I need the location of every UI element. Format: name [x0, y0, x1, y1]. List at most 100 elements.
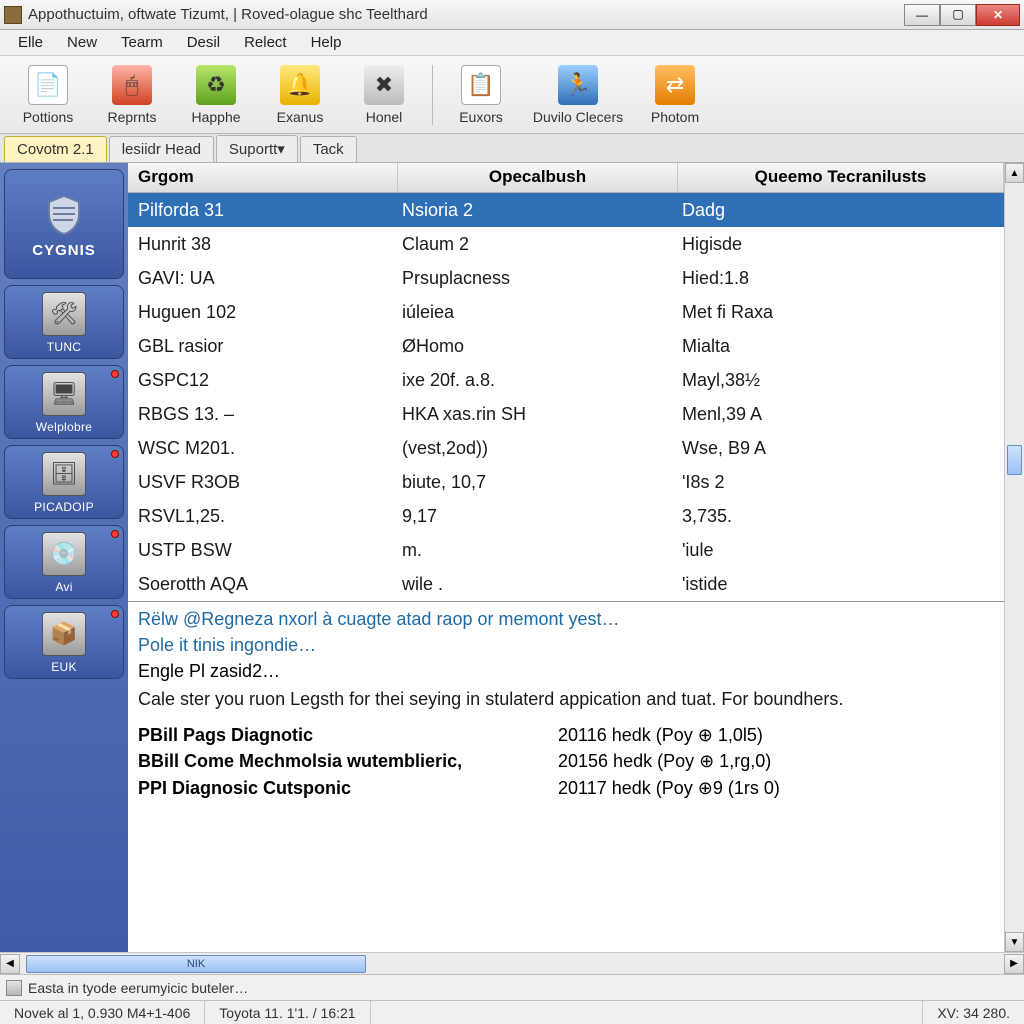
tab-suportt[interactable]: Suportt▾: [216, 135, 298, 162]
detail-row: PBill Pags Diagnotic20116 hedk (Poy ⊕ 1,…: [138, 722, 994, 748]
detail-item-val: 20117 hedk (Poy ⊕9 (1rs 0): [558, 775, 994, 801]
table-row[interactable]: RBGS 13. –HKA xas.rin SHMenl,39 A: [128, 397, 1004, 431]
close-button[interactable]: ✕: [976, 4, 1020, 26]
table-row[interactable]: WSC M201.(vest,2od))Wse, B9 A: [128, 431, 1004, 465]
scroll-thumb[interactable]: [1007, 445, 1022, 475]
cell-c1: Hunrit 38: [128, 234, 398, 255]
col-opecalbush[interactable]: Opecalbush: [398, 163, 678, 192]
content: Grgom Opecalbush Queemo Tecranilusts Pil…: [128, 163, 1004, 952]
cell-c2: ixe 20f. a.8.: [398, 370, 678, 391]
status-left: Novek al 1, 0.930 M4+1-406: [0, 1001, 205, 1024]
cell-c3: Met fi Raxa: [678, 302, 1004, 323]
badge-dot: [111, 610, 119, 618]
cell-c1: WSC M201.: [128, 438, 398, 459]
menu-help[interactable]: Help: [299, 31, 354, 54]
cell-c1: GSPC12: [128, 370, 398, 391]
side-picadoip[interactable]: 🗄 PICADOIP: [4, 445, 124, 519]
side-label: Avi: [55, 580, 72, 594]
tb-duvilo-clecers[interactable]: 🏃Duvilo Clecers: [523, 59, 633, 131]
cell-c3: 3,735.: [678, 506, 1004, 527]
scroll-down-icon[interactable]: ▼: [1005, 932, 1024, 952]
detail-row: PPI Diagnosic Cutsponic20117 hedk (Poy ⊕…: [138, 775, 994, 801]
side-label: PICADOIP: [34, 500, 94, 514]
menu-new[interactable]: New: [55, 31, 109, 54]
detail-link-1[interactable]: Rëlw @Regneza nxorl à cuagte atad raop o…: [138, 606, 994, 632]
titlebar: Appothuctuim, oftwate Tizumt, | Roved-ol…: [0, 0, 1024, 30]
grid-header: Grgom Opecalbush Queemo Tecranilusts: [128, 163, 1004, 193]
menu-elle[interactable]: Elle: [6, 31, 55, 54]
menu-relect[interactable]: Relect: [232, 31, 299, 54]
sidepanel: CYGNIS 🛠 TUNC 🖥Welplobre 🗄 PICADOIP 💿Avi 📦…: [0, 163, 128, 952]
cell-c1: Huguen 102: [128, 302, 398, 323]
tabstrip: Covotm 2.1 lesiidr Head Suportt▾ Tack: [0, 134, 1024, 162]
side-avi[interactable]: 💿Avi: [4, 525, 124, 599]
status-mid: Toyota 11. 1'1. / 16:21: [205, 1001, 370, 1024]
horizontal-scrollbar[interactable]: ◀ NIK ▶: [0, 952, 1024, 974]
cell-c2: Claum 2: [398, 234, 678, 255]
tab-covotm[interactable]: Covotm 2.1: [4, 136, 107, 162]
table-row[interactable]: Soerotth AQAwile .'istide: [128, 567, 1004, 601]
toolbar-separator: [432, 65, 433, 125]
tb-pottions[interactable]: 📄Pottions: [6, 59, 90, 131]
tab-lesiidr[interactable]: lesiidr Head: [109, 136, 214, 162]
tb-happhe[interactable]: ♻Happhe: [174, 59, 258, 131]
table-row[interactable]: Pilforda 31Nsioria 2Dadg: [128, 193, 1004, 227]
cell-c3: Higisde: [678, 234, 1004, 255]
monitor-icon: 🖥: [42, 372, 86, 416]
detail-item-name: PBill Pags Diagnotic: [138, 722, 558, 748]
minimize-button[interactable]: —: [904, 4, 940, 26]
cell-c2: wile .: [398, 574, 678, 595]
scroll-up-icon[interactable]: ▲: [1005, 163, 1024, 183]
detail-pane: Rëlw @Regneza nxorl à cuagte atad raop o…: [128, 601, 1004, 811]
hscroll-track[interactable]: NIK: [22, 955, 1002, 973]
tb-euxors[interactable]: 📋Euxors: [439, 59, 523, 131]
table-row[interactable]: RSVL1,25.9,173,735.: [128, 499, 1004, 533]
table-row[interactable]: USVF R3OBbiute, 10,7'I8s 2: [128, 465, 1004, 499]
side-label: TUNC: [47, 340, 82, 354]
detail-note: Cale ster you ruon Legsth for thei seyin…: [138, 686, 994, 712]
cell-c3: Hied:1.8: [678, 268, 1004, 289]
box-icon: 📦: [42, 612, 86, 656]
cell-c2: ØHomo: [398, 336, 678, 357]
side-tunc[interactable]: 🛠 TUNC: [4, 285, 124, 359]
hscroll-thumb[interactable]: NIK: [26, 955, 366, 973]
cell-c3: Wse, B9 A: [678, 438, 1004, 459]
gear-icon: 🛠: [42, 292, 86, 336]
cell-c3: 'I8s 2: [678, 472, 1004, 493]
scroll-left-icon[interactable]: ◀: [0, 954, 20, 974]
table-row[interactable]: Hunrit 38Claum 2Higisde: [128, 227, 1004, 261]
cell-c2: Nsioria 2: [398, 200, 678, 221]
table-row[interactable]: Huguen 102iúleieaMet fi Raxa: [128, 295, 1004, 329]
tb-photom[interactable]: ⇄Photom: [633, 59, 717, 131]
cell-c2: (vest,2od)): [398, 438, 678, 459]
detail-link-2[interactable]: Pole it tinis ingondie…: [138, 632, 994, 658]
tb-reprnts[interactable]: 🖱Reprnts: [90, 59, 174, 131]
tb-exanus[interactable]: 🔔Exanus: [258, 59, 342, 131]
tb-label: Duvilo Clecers: [533, 109, 623, 125]
cell-c1: USVF R3OB: [128, 472, 398, 493]
col-queemo[interactable]: Queemo Tecranilusts: [678, 163, 1004, 192]
scroll-track[interactable]: [1005, 183, 1024, 932]
menu-desil[interactable]: Desil: [175, 31, 232, 54]
table-row[interactable]: USTP BSWm.'iule: [128, 533, 1004, 567]
tab-tack[interactable]: Tack: [300, 136, 357, 162]
vertical-scrollbar[interactable]: ▲ ▼: [1004, 163, 1024, 952]
table-row[interactable]: GSPC12ixe 20f. a.8.Mayl,38½: [128, 363, 1004, 397]
tb-honel[interactable]: ✖Honel: [342, 59, 426, 131]
cell-c2: biute, 10,7: [398, 472, 678, 493]
tb-label: Honel: [366, 109, 403, 125]
col-grgom[interactable]: Grgom: [128, 163, 398, 192]
side-welplobre[interactable]: 🖥Welplobre: [4, 365, 124, 439]
tb-label: Exanus: [277, 109, 324, 125]
maximize-button[interactable]: ▢: [940, 4, 976, 26]
table-row[interactable]: GBL rasiorØHomoMialta: [128, 329, 1004, 363]
detail-item-name: BBill Come Mechmolsia wutemblieric,: [138, 748, 558, 774]
table-row[interactable]: GAVI: UAPrsuplacnessHied:1.8: [128, 261, 1004, 295]
scroll-right-icon[interactable]: ▶: [1004, 954, 1024, 974]
tb-label: Euxors: [459, 109, 503, 125]
server-icon: 🗄: [42, 452, 86, 496]
menu-tearm[interactable]: Tearm: [109, 31, 175, 54]
side-euk[interactable]: 📦EUK: [4, 605, 124, 679]
shield-icon: [41, 192, 87, 238]
side-logo[interactable]: CYGNIS: [4, 169, 124, 279]
